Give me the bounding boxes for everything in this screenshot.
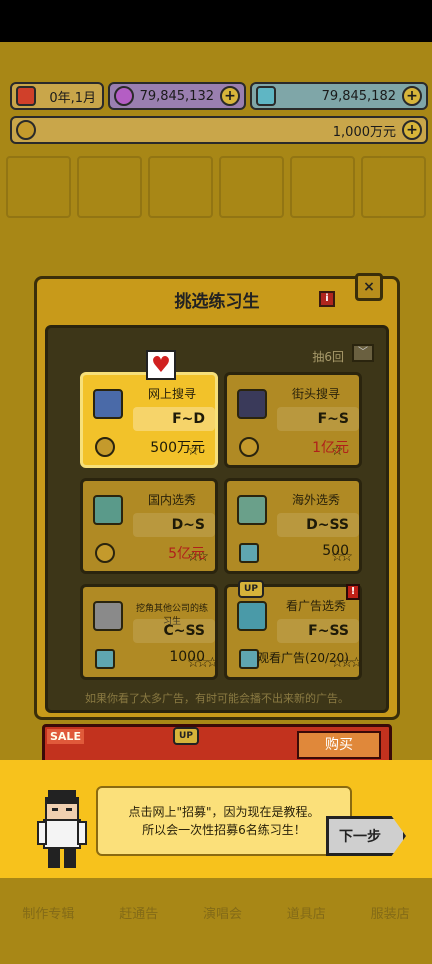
building-icon <box>93 601 123 631</box>
sale-banner: SALE UP 购买 <box>42 724 392 764</box>
card-cost: 观看广告(20/20) <box>257 651 349 665</box>
grade-range: ☆☆☆ F~SS <box>277 619 363 671</box>
manager-character-icon <box>37 790 87 868</box>
recruit-card-overseas[interactable]: 海外选秀 ☆☆ D~SS 500 <box>224 478 362 574</box>
coin-icon <box>95 437 115 457</box>
card-cost: 5亿元 <box>168 546 205 562</box>
sale-tag: SALE <box>47 729 84 744</box>
ad-notice: 如果你看了太多广告，有时可能会播不出来新的广告。 <box>85 692 349 705</box>
nav-clothing-shop[interactable]: 服装店 <box>371 903 410 922</box>
grade-range: ☆☆ D~S <box>133 513 215 565</box>
recruit-card-street[interactable]: 街头搜寻 ☆ F~S 1亿元 <box>224 372 362 468</box>
bg-menu-slot <box>6 156 71 218</box>
card-cost: 500 <box>322 543 349 559</box>
background-menu <box>6 156 426 218</box>
online-search-icon <box>93 389 123 419</box>
gem-value: 79,845,132 <box>139 88 214 104</box>
gem-counter: 79,845,132 + <box>108 82 246 110</box>
ad-tv-icon <box>237 601 267 631</box>
bottom-nav: 制作专辑 赶通告 演唱会 道具店 服装店 <box>0 890 432 934</box>
next-button[interactable]: 下一步 <box>326 816 406 856</box>
bg-menu-slot <box>148 156 213 218</box>
add-money-button[interactable]: + <box>402 120 422 140</box>
nav-produce-album[interactable]: 制作专辑 <box>22 903 74 922</box>
grade-value: C~SS <box>163 623 205 639</box>
up-badge: UP <box>173 727 199 745</box>
grade-value: D~S <box>171 517 205 533</box>
grade-range: ☆☆ D~SS <box>277 513 359 565</box>
grade-range: ☆ F~D <box>133 407 215 459</box>
coin-icon <box>16 120 36 140</box>
close-button[interactable]: × <box>355 273 383 301</box>
nav-item-shop[interactable]: 道具店 <box>287 903 326 922</box>
recruit-modal: 挑选练习生 i × 抽6回 ﹀ 网上搜寻 ☆ F~D 500万元 ♥ 街头搜寻 ☆… <box>34 273 400 720</box>
card-title: 国内选秀 <box>147 493 196 507</box>
ticket-icon <box>256 86 276 106</box>
ticket-icon <box>239 543 259 563</box>
grade-value: D~SS <box>306 517 349 533</box>
money-counter: 1,000万元 + <box>10 116 428 144</box>
date-value: 0年,1月 <box>49 90 96 106</box>
draw-count-toggle[interactable]: ﹀ <box>352 344 374 362</box>
game-screen: 0年,1月 79,845,132 + 79,845,182 + 1,000万元 … <box>0 42 432 964</box>
tutorial-banner: 点击网上"招募"，因为现在是教程。 所以会一次性招募6名练习生！ 下一步 <box>0 760 432 878</box>
info-icon[interactable]: i <box>319 291 335 307</box>
card-title: 网上搜寻 <box>147 387 196 401</box>
coin-icon <box>95 543 115 563</box>
date-display: 0年,1月 <box>10 82 104 110</box>
selected-heart-icon: ♥ <box>146 350 176 380</box>
ticket-icon <box>95 649 115 669</box>
draw-count-label: 抽6回 <box>312 350 344 364</box>
recruit-panel: 抽6回 ﹀ 网上搜寻 ☆F~D 500万元 ♥ 街头搜寻 ☆F~S 1亿元 <box>45 325 389 713</box>
alert-icon: ! <box>346 584 360 600</box>
grade-value: F~S <box>317 411 349 427</box>
ad-icon <box>239 649 259 669</box>
tutorial-line-1: 点击网上"招募"，因为现在是教程。 <box>128 805 320 819</box>
nav-concert[interactable]: 演唱会 <box>203 903 242 922</box>
tutorial-message: 点击网上"招募"，因为现在是教程。 所以会一次性招募6名练习生！ <box>96 786 352 856</box>
recruit-card-poach[interactable]: 挖角其他公司的练习生 ☆☆☆ C~SS 1000 <box>80 584 219 680</box>
coin-icon <box>239 437 259 457</box>
card-title: 街头搜寻 <box>291 387 340 401</box>
recruit-card-ad[interactable]: 看广告选秀 ☆☆☆ F~SS 观看广告(20/20) <box>224 584 363 680</box>
grade-range: ☆ F~S <box>277 407 359 459</box>
money-value: 1,000万元 <box>332 124 396 140</box>
street-search-icon <box>237 389 267 419</box>
add-gems-button[interactable]: + <box>220 86 240 106</box>
domestic-audition-icon <box>93 495 123 525</box>
gem-icon <box>114 86 134 106</box>
add-tickets-button[interactable]: + <box>402 86 422 106</box>
bg-menu-slot <box>290 156 355 218</box>
grade-range: ☆☆☆ C~SS <box>133 619 219 671</box>
card-title: 海外选秀 <box>291 493 340 507</box>
recruit-card-online[interactable]: 网上搜寻 ☆ F~D 500万元 <box>80 372 218 468</box>
grade-value: F~D <box>172 411 205 427</box>
nav-schedule[interactable]: 赶通告 <box>119 903 158 922</box>
overseas-audition-icon <box>237 495 267 525</box>
bg-menu-slot <box>77 156 142 218</box>
tutorial-line-2: 所以会一次性招募6名练习生！ <box>142 823 306 837</box>
card-cost: 1亿元 <box>312 440 349 456</box>
grade-value: F~SS <box>308 623 349 639</box>
card-cost: 500万元 <box>150 440 205 456</box>
card-cost: 1000 <box>169 649 205 665</box>
bg-menu-slot <box>361 156 426 218</box>
bg-menu-slot <box>219 156 284 218</box>
modal-title: 挑选练习生 <box>174 292 260 312</box>
ticket-value: 79,845,182 <box>321 88 396 104</box>
calendar-icon <box>16 86 36 106</box>
up-badge: UP <box>238 580 264 598</box>
recruit-card-domestic[interactable]: 国内选秀 ☆☆ D~S 5亿元 <box>80 478 218 574</box>
buy-button[interactable]: 购买 <box>297 731 381 759</box>
card-title: 看广告选秀 <box>285 599 346 613</box>
ticket-counter: 79,845,182 + <box>250 82 428 110</box>
